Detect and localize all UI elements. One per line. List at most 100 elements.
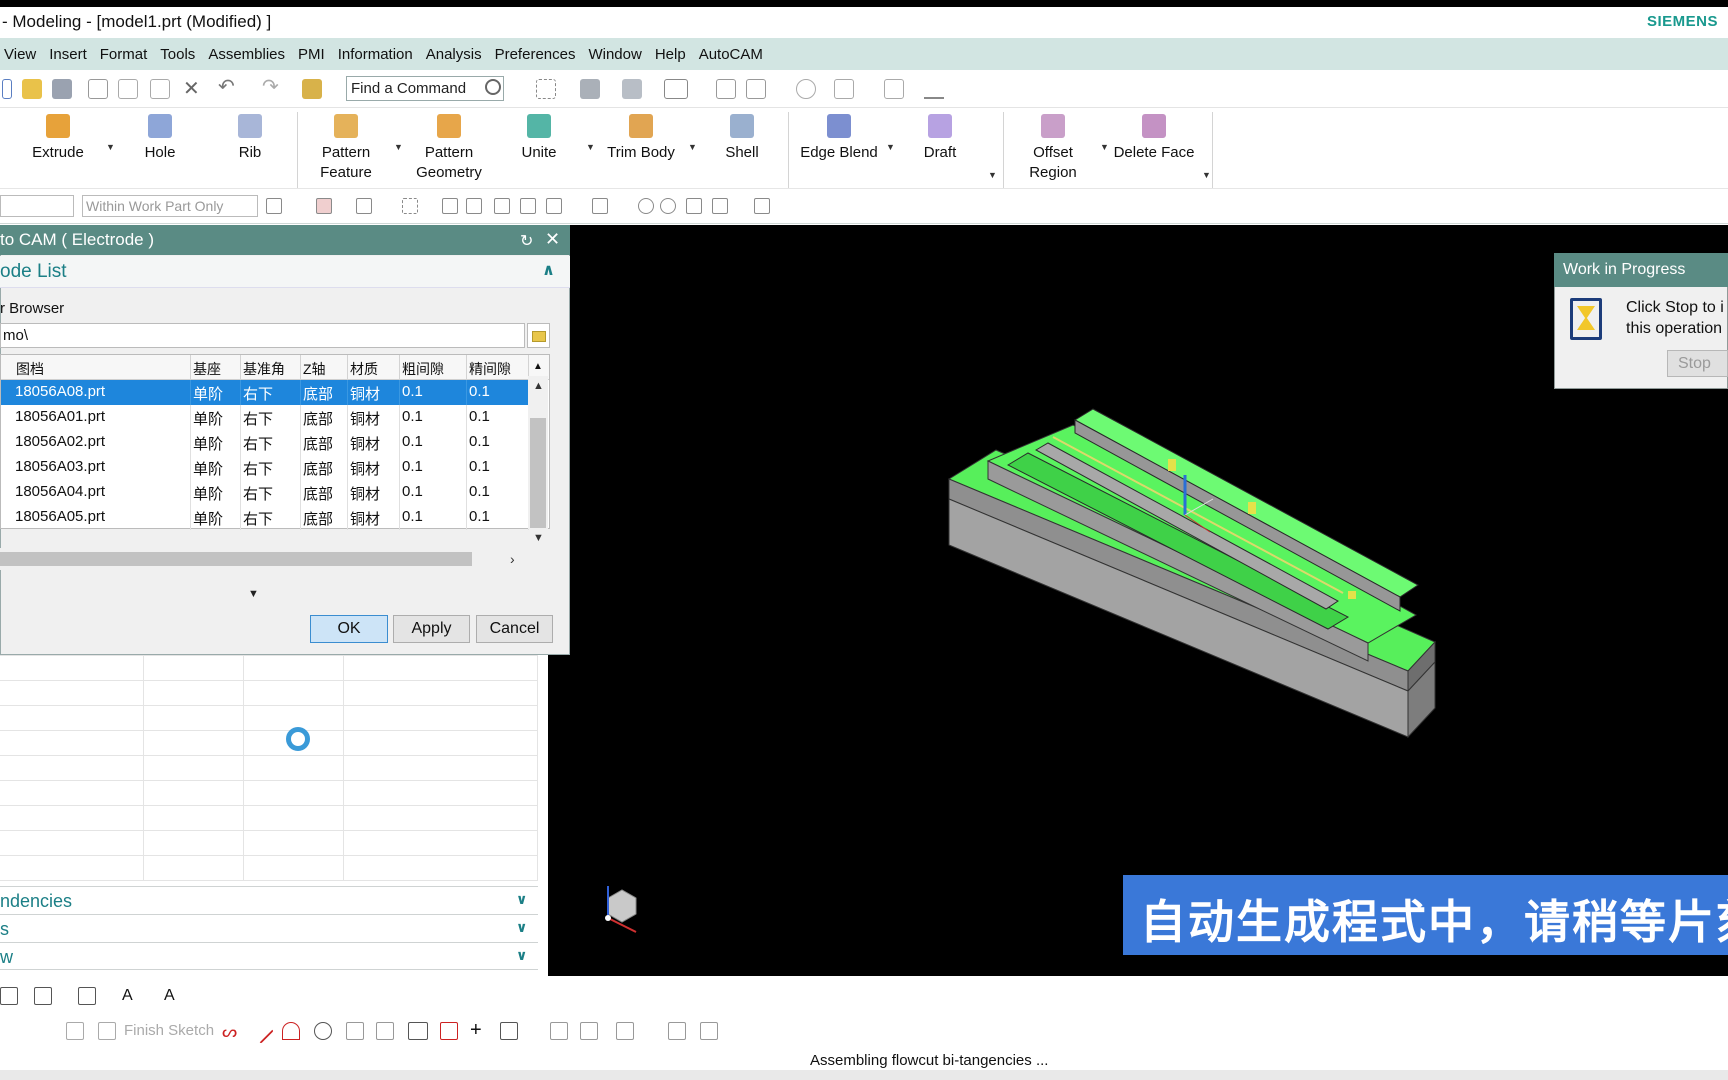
- circle-icon[interactable]: [314, 1022, 332, 1040]
- filter-icon[interactable]: [266, 198, 282, 214]
- unite-button[interactable]: Unite: [508, 108, 570, 163]
- pattern-geometry-button[interactable]: Pattern Geometry: [408, 108, 490, 183]
- show-hide-icon[interactable]: [834, 79, 854, 99]
- menu-preferences[interactable]: Preferences: [495, 46, 576, 63]
- dependencies-section[interactable]: ndencies ∨: [0, 886, 538, 914]
- cut-icon[interactable]: [88, 79, 108, 99]
- save-icon[interactable]: [52, 79, 72, 99]
- column-header-base[interactable]: 基座: [191, 355, 241, 380]
- chevron-up-icon[interactable]: ∧: [542, 260, 555, 280]
- column-header-datum-corner[interactable]: 基准角: [241, 355, 301, 380]
- open-folder-icon[interactable]: [22, 79, 42, 99]
- table-row[interactable]: 18056A03.prt 单阶 右下 底部 铜材 0.1 0.1: [1, 455, 529, 480]
- background-icon[interactable]: [664, 79, 688, 99]
- close-icon[interactable]: ✕: [545, 229, 560, 250]
- table-vertical-scroll-thumb[interactable]: [530, 418, 546, 528]
- command-finder-icon[interactable]: [302, 79, 322, 99]
- menu-view[interactable]: View: [4, 46, 36, 63]
- dimension-icon[interactable]: [668, 1022, 686, 1040]
- snap-view-icon[interactable]: [796, 79, 816, 99]
- column-header-finish-gap[interactable]: 精间隙: [467, 355, 529, 380]
- paste-icon[interactable]: [150, 79, 170, 99]
- snap-mid-icon[interactable]: [546, 198, 562, 214]
- quick-extend-icon[interactable]: [580, 1022, 598, 1040]
- type-filter-select[interactable]: [0, 195, 74, 217]
- undo-icon[interactable]: ↶: [218, 74, 238, 98]
- select-body-icon[interactable]: [442, 198, 458, 214]
- extrude-button[interactable]: Extrude: [22, 108, 94, 163]
- feature-group-more-icon[interactable]: ▼: [988, 170, 997, 180]
- table-row[interactable]: 18056A04.prt 单阶 右下 底部 铜材 0.1 0.1: [1, 480, 529, 505]
- table-row[interactable]: 18056A08.prt 单阶 右下 底部 铜材 0.1 0.1: [1, 380, 529, 405]
- cancel-button[interactable]: Cancel: [476, 615, 553, 643]
- details-section[interactable]: s ∨: [0, 914, 538, 942]
- chamfer-icon[interactable]: [376, 1022, 394, 1040]
- column-header-file[interactable]: 图档: [1, 355, 191, 380]
- rib-button[interactable]: Rib: [220, 108, 280, 163]
- section-view-icon[interactable]: [716, 79, 736, 99]
- edge-blend-button[interactable]: Edge Blend: [795, 108, 883, 163]
- snap-point-icon[interactable]: [494, 198, 510, 214]
- draft-button[interactable]: Draft: [910, 108, 970, 163]
- search-icon[interactable]: [485, 79, 501, 95]
- select-face-icon[interactable]: [466, 198, 482, 214]
- menu-insert[interactable]: Insert: [49, 46, 87, 63]
- snap-end-icon[interactable]: [520, 198, 536, 214]
- column-header-rough-gap[interactable]: 粗间隙: [400, 355, 467, 380]
- pattern-feature-button[interactable]: Pattern Feature: [305, 108, 387, 183]
- hole-button[interactable]: Hole: [130, 108, 190, 163]
- browse-folder-button[interactable]: [527, 323, 550, 348]
- finish-sketch-icon[interactable]: [98, 1022, 116, 1040]
- offset-region-dropdown-icon[interactable]: ▼: [1100, 142, 1109, 152]
- table-row[interactable]: 18056A05.prt 单阶 右下 底部 铜材 0.1 0.1: [1, 505, 529, 530]
- shell-button[interactable]: Shell: [712, 108, 772, 163]
- text-size-icon[interactable]: A: [164, 987, 182, 1005]
- new-file-icon[interactable]: [2, 79, 12, 99]
- extrude-dropdown-icon[interactable]: ▼: [106, 142, 115, 152]
- apply-button[interactable]: Apply: [393, 615, 470, 643]
- measure-icon[interactable]: [924, 79, 944, 99]
- arc-icon[interactable]: [282, 1022, 300, 1040]
- trim-body-dropdown-icon[interactable]: ▼: [688, 142, 697, 152]
- menu-window[interactable]: Window: [588, 46, 641, 63]
- text-style-icon[interactable]: A: [122, 987, 140, 1005]
- menu-tools[interactable]: Tools: [160, 46, 195, 63]
- offset-region-button[interactable]: Offset Region: [1018, 108, 1088, 183]
- electrode-model[interactable]: [548, 225, 1728, 978]
- table-horizontal-scroll-thumb[interactable]: [0, 552, 472, 566]
- table-row[interactable]: 18056A02.prt 单阶 右下 底部 铜材 0.1 0.1: [1, 430, 529, 455]
- reset-icon[interactable]: ↻: [520, 231, 533, 251]
- column-header-material[interactable]: 材质: [348, 355, 400, 380]
- stop-button[interactable]: Stop: [1667, 350, 1728, 377]
- annotation-icon[interactable]: [0, 987, 18, 1005]
- constraint-icon[interactable]: [700, 1022, 718, 1040]
- preview-section[interactable]: w ∨: [0, 942, 538, 970]
- make-corner-icon[interactable]: [616, 1022, 634, 1040]
- ok-button[interactable]: OK: [310, 615, 388, 643]
- menu-help[interactable]: Help: [655, 46, 686, 63]
- menu-assemblies[interactable]: Assemblies: [208, 46, 285, 63]
- unite-dropdown-icon[interactable]: ▼: [586, 142, 595, 152]
- scroll-right-icon[interactable]: ›: [510, 551, 515, 567]
- profile-icon[interactable]: ᔕ: [222, 1022, 240, 1041]
- clipping-icon[interactable]: [746, 79, 766, 99]
- offset-curve-icon[interactable]: [500, 1022, 518, 1040]
- sketch-task-icon[interactable]: [66, 1022, 84, 1040]
- symbol-icon[interactable]: [34, 987, 52, 1005]
- chevron-down-icon[interactable]: ∨: [516, 947, 527, 964]
- column-header-z-axis[interactable]: Z轴: [301, 355, 348, 380]
- snap-line-icon[interactable]: [712, 198, 728, 214]
- fillet-icon[interactable]: [346, 1022, 364, 1040]
- pattern-feature-dropdown-icon[interactable]: ▼: [394, 142, 403, 152]
- menu-format[interactable]: Format: [100, 46, 148, 63]
- select-feature-icon[interactable]: [316, 198, 332, 214]
- delete-face-button[interactable]: Delete Face: [1112, 108, 1196, 163]
- fit-view-icon[interactable]: [536, 79, 556, 99]
- find-command-input[interactable]: Find a Command: [346, 76, 504, 101]
- orient-view-icon[interactable]: [580, 79, 600, 99]
- delete-icon[interactable]: ✕: [183, 76, 203, 100]
- settings-icon[interactable]: [754, 198, 770, 214]
- scroll-up-icon[interactable]: ▲: [533, 380, 544, 392]
- point-icon[interactable]: +: [470, 1020, 488, 1040]
- menu-autocam[interactable]: AutoCAM: [699, 46, 763, 63]
